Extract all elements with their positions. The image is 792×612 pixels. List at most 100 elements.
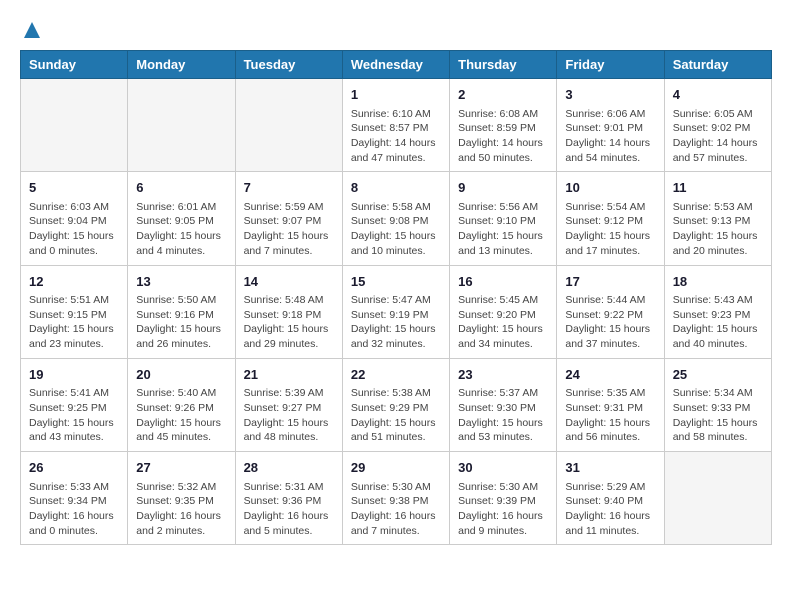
day-number: 1 <box>351 85 441 105</box>
week-row-4: 19Sunrise: 5:41 AM Sunset: 9:25 PM Dayli… <box>21 358 772 451</box>
day-number: 5 <box>29 178 119 198</box>
cell-content: Sunrise: 6:03 AM Sunset: 9:04 PM Dayligh… <box>29 200 119 259</box>
cell-content: Sunrise: 5:44 AM Sunset: 9:22 PM Dayligh… <box>565 293 655 352</box>
header-day-saturday: Saturday <box>664 51 771 79</box>
header-day-sunday: Sunday <box>21 51 128 79</box>
week-row-5: 26Sunrise: 5:33 AM Sunset: 9:34 PM Dayli… <box>21 452 772 545</box>
cell-content: Sunrise: 5:37 AM Sunset: 9:30 PM Dayligh… <box>458 386 548 445</box>
calendar-cell: 22Sunrise: 5:38 AM Sunset: 9:29 PM Dayli… <box>342 358 449 451</box>
day-number: 13 <box>136 272 226 292</box>
day-number: 17 <box>565 272 655 292</box>
calendar-cell: 4Sunrise: 6:05 AM Sunset: 9:02 PM Daylig… <box>664 79 771 172</box>
calendar-cell: 20Sunrise: 5:40 AM Sunset: 9:26 PM Dayli… <box>128 358 235 451</box>
cell-content: Sunrise: 6:08 AM Sunset: 8:59 PM Dayligh… <box>458 107 548 166</box>
cell-content: Sunrise: 5:50 AM Sunset: 9:16 PM Dayligh… <box>136 293 226 352</box>
calendar-cell: 10Sunrise: 5:54 AM Sunset: 9:12 PM Dayli… <box>557 172 664 265</box>
cell-content: Sunrise: 5:45 AM Sunset: 9:20 PM Dayligh… <box>458 293 548 352</box>
week-row-3: 12Sunrise: 5:51 AM Sunset: 9:15 PM Dayli… <box>21 265 772 358</box>
calendar-cell: 18Sunrise: 5:43 AM Sunset: 9:23 PM Dayli… <box>664 265 771 358</box>
logo-icon <box>22 20 42 40</box>
calendar-cell: 28Sunrise: 5:31 AM Sunset: 9:36 PM Dayli… <box>235 452 342 545</box>
calendar-cell: 15Sunrise: 5:47 AM Sunset: 9:19 PM Dayli… <box>342 265 449 358</box>
day-number: 14 <box>244 272 334 292</box>
calendar-cell: 6Sunrise: 6:01 AM Sunset: 9:05 PM Daylig… <box>128 172 235 265</box>
cell-content: Sunrise: 5:59 AM Sunset: 9:07 PM Dayligh… <box>244 200 334 259</box>
calendar-cell: 16Sunrise: 5:45 AM Sunset: 9:20 PM Dayli… <box>450 265 557 358</box>
cell-content: Sunrise: 5:35 AM Sunset: 9:31 PM Dayligh… <box>565 386 655 445</box>
calendar-cell: 29Sunrise: 5:30 AM Sunset: 9:38 PM Dayli… <box>342 452 449 545</box>
cell-content: Sunrise: 6:10 AM Sunset: 8:57 PM Dayligh… <box>351 107 441 166</box>
day-number: 25 <box>673 365 763 385</box>
cell-content: Sunrise: 6:01 AM Sunset: 9:05 PM Dayligh… <box>136 200 226 259</box>
cell-content: Sunrise: 5:38 AM Sunset: 9:29 PM Dayligh… <box>351 386 441 445</box>
cell-content: Sunrise: 5:32 AM Sunset: 9:35 PM Dayligh… <box>136 480 226 539</box>
calendar-cell: 14Sunrise: 5:48 AM Sunset: 9:18 PM Dayli… <box>235 265 342 358</box>
day-number: 29 <box>351 458 441 478</box>
day-number: 2 <box>458 85 548 105</box>
header-day-tuesday: Tuesday <box>235 51 342 79</box>
cell-content: Sunrise: 6:05 AM Sunset: 9:02 PM Dayligh… <box>673 107 763 166</box>
day-number: 20 <box>136 365 226 385</box>
calendar-cell: 24Sunrise: 5:35 AM Sunset: 9:31 PM Dayli… <box>557 358 664 451</box>
cell-content: Sunrise: 5:30 AM Sunset: 9:39 PM Dayligh… <box>458 480 548 539</box>
calendar-cell: 12Sunrise: 5:51 AM Sunset: 9:15 PM Dayli… <box>21 265 128 358</box>
week-row-1: 1Sunrise: 6:10 AM Sunset: 8:57 PM Daylig… <box>21 79 772 172</box>
cell-content: Sunrise: 5:47 AM Sunset: 9:19 PM Dayligh… <box>351 293 441 352</box>
logo <box>20 20 42 40</box>
day-number: 3 <box>565 85 655 105</box>
day-number: 12 <box>29 272 119 292</box>
calendar-cell: 25Sunrise: 5:34 AM Sunset: 9:33 PM Dayli… <box>664 358 771 451</box>
day-number: 31 <box>565 458 655 478</box>
cell-content: Sunrise: 5:56 AM Sunset: 9:10 PM Dayligh… <box>458 200 548 259</box>
week-row-2: 5Sunrise: 6:03 AM Sunset: 9:04 PM Daylig… <box>21 172 772 265</box>
day-number: 24 <box>565 365 655 385</box>
header-day-monday: Monday <box>128 51 235 79</box>
cell-content: Sunrise: 5:34 AM Sunset: 9:33 PM Dayligh… <box>673 386 763 445</box>
cell-content: Sunrise: 5:54 AM Sunset: 9:12 PM Dayligh… <box>565 200 655 259</box>
day-number: 10 <box>565 178 655 198</box>
cell-content: Sunrise: 5:31 AM Sunset: 9:36 PM Dayligh… <box>244 480 334 539</box>
day-number: 28 <box>244 458 334 478</box>
day-number: 18 <box>673 272 763 292</box>
day-number: 4 <box>673 85 763 105</box>
calendar-cell: 31Sunrise: 5:29 AM Sunset: 9:40 PM Dayli… <box>557 452 664 545</box>
cell-content: Sunrise: 5:41 AM Sunset: 9:25 PM Dayligh… <box>29 386 119 445</box>
cell-content: Sunrise: 5:58 AM Sunset: 9:08 PM Dayligh… <box>351 200 441 259</box>
day-number: 30 <box>458 458 548 478</box>
calendar-cell: 8Sunrise: 5:58 AM Sunset: 9:08 PM Daylig… <box>342 172 449 265</box>
calendar-cell: 5Sunrise: 6:03 AM Sunset: 9:04 PM Daylig… <box>21 172 128 265</box>
header-row: SundayMondayTuesdayWednesdayThursdayFrid… <box>21 51 772 79</box>
day-number: 22 <box>351 365 441 385</box>
day-number: 15 <box>351 272 441 292</box>
calendar-cell: 17Sunrise: 5:44 AM Sunset: 9:22 PM Dayli… <box>557 265 664 358</box>
day-number: 26 <box>29 458 119 478</box>
calendar-cell: 19Sunrise: 5:41 AM Sunset: 9:25 PM Dayli… <box>21 358 128 451</box>
cell-content: Sunrise: 5:33 AM Sunset: 9:34 PM Dayligh… <box>29 480 119 539</box>
calendar-cell: 13Sunrise: 5:50 AM Sunset: 9:16 PM Dayli… <box>128 265 235 358</box>
cell-content: Sunrise: 5:39 AM Sunset: 9:27 PM Dayligh… <box>244 386 334 445</box>
header-day-thursday: Thursday <box>450 51 557 79</box>
cell-content: Sunrise: 5:30 AM Sunset: 9:38 PM Dayligh… <box>351 480 441 539</box>
calendar-cell: 9Sunrise: 5:56 AM Sunset: 9:10 PM Daylig… <box>450 172 557 265</box>
day-number: 21 <box>244 365 334 385</box>
calendar-cell: 26Sunrise: 5:33 AM Sunset: 9:34 PM Dayli… <box>21 452 128 545</box>
calendar-cell <box>21 79 128 172</box>
calendar-cell: 2Sunrise: 6:08 AM Sunset: 8:59 PM Daylig… <box>450 79 557 172</box>
calendar-cell: 21Sunrise: 5:39 AM Sunset: 9:27 PM Dayli… <box>235 358 342 451</box>
cell-content: Sunrise: 5:29 AM Sunset: 9:40 PM Dayligh… <box>565 480 655 539</box>
day-number: 27 <box>136 458 226 478</box>
header-day-wednesday: Wednesday <box>342 51 449 79</box>
day-number: 11 <box>673 178 763 198</box>
header-day-friday: Friday <box>557 51 664 79</box>
day-number: 6 <box>136 178 226 198</box>
cell-content: Sunrise: 5:51 AM Sunset: 9:15 PM Dayligh… <box>29 293 119 352</box>
cell-content: Sunrise: 5:40 AM Sunset: 9:26 PM Dayligh… <box>136 386 226 445</box>
day-number: 7 <box>244 178 334 198</box>
cell-content: Sunrise: 5:48 AM Sunset: 9:18 PM Dayligh… <box>244 293 334 352</box>
day-number: 8 <box>351 178 441 198</box>
calendar-cell <box>128 79 235 172</box>
calendar-cell: 30Sunrise: 5:30 AM Sunset: 9:39 PM Dayli… <box>450 452 557 545</box>
cell-content: Sunrise: 5:53 AM Sunset: 9:13 PM Dayligh… <box>673 200 763 259</box>
calendar-table: SundayMondayTuesdayWednesdayThursdayFrid… <box>20 50 772 545</box>
cell-content: Sunrise: 5:43 AM Sunset: 9:23 PM Dayligh… <box>673 293 763 352</box>
